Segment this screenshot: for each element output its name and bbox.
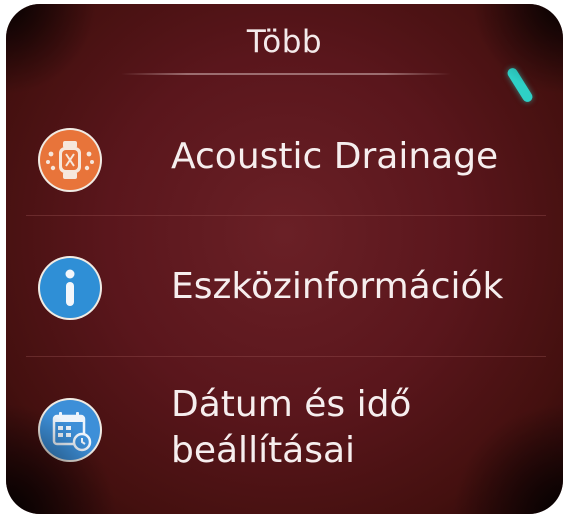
menu-item-label-line2: beállításai: [171, 430, 356, 471]
divider: [26, 356, 546, 357]
menu-item-device-info[interactable]: Eszközinformációk: [6, 244, 563, 340]
divider: [26, 215, 546, 216]
info-icon: [38, 256, 102, 320]
calendar-clock-icon: [38, 398, 102, 462]
menu-item-label: Acoustic Drainage: [171, 136, 499, 177]
menu-item-acoustic-drainage[interactable]: Acoustic Drainage: [6, 112, 563, 208]
menu-item-label: Eszközinformációk: [171, 266, 504, 307]
page-title: Több: [246, 24, 323, 60]
menu-item-label-line1: Dátum és idő: [171, 384, 412, 425]
menu-item-date-time-settings[interactable]: Dátum és idő beállításai: [6, 376, 563, 496]
scroll-indicator[interactable]: [505, 66, 535, 104]
watch-drainage-icon: [38, 128, 102, 192]
watch-screen: Több Acoustic Drainage Eszközinformációk…: [6, 4, 563, 514]
title-divider: [121, 73, 451, 75]
photo-frame: Több Acoustic Drainage Eszközinformációk…: [0, 0, 568, 518]
